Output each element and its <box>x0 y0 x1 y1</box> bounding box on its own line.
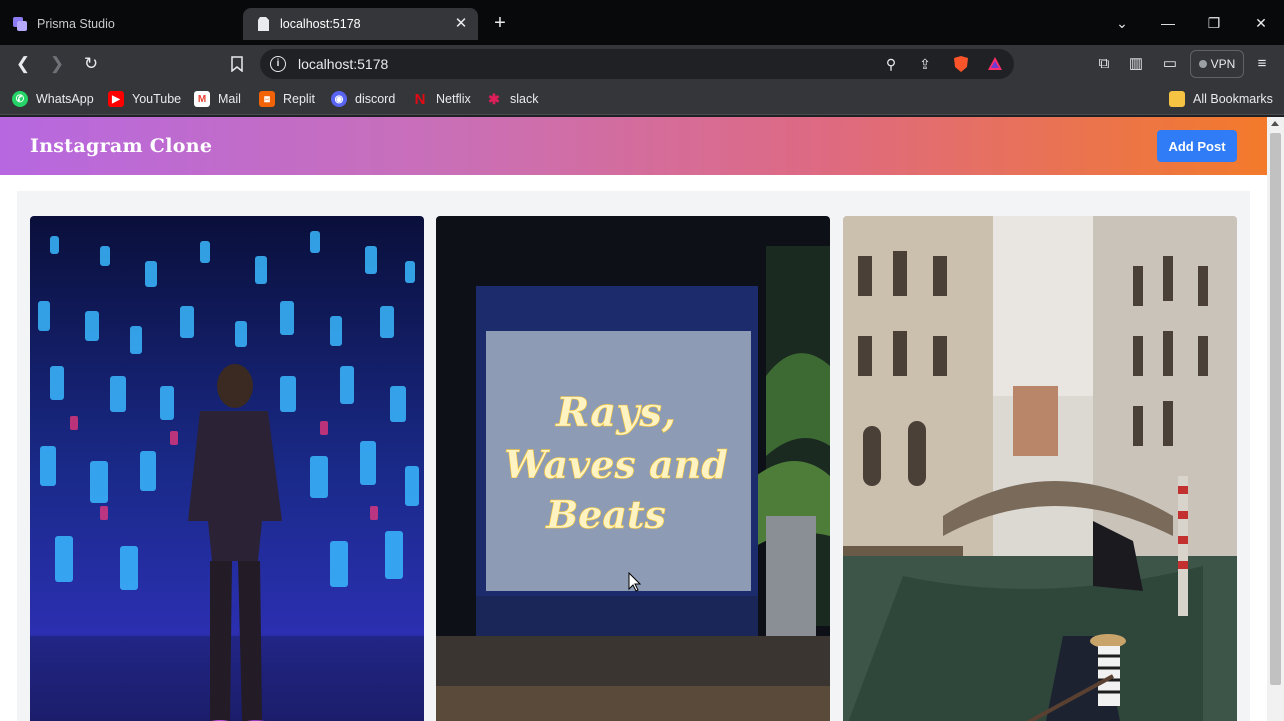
discord-icon: ◉ <box>331 91 347 107</box>
add-post-button[interactable]: Add Post <box>1157 130 1237 162</box>
folder-icon <box>1169 91 1185 107</box>
whatsapp-icon: ✆ <box>12 91 28 107</box>
close-tab-icon[interactable]: ✕ <box>452 15 470 33</box>
all-bookmarks[interactable]: All Bookmarks <box>1169 90 1273 108</box>
post-card[interactable] <box>30 216 424 721</box>
bookmark-discord[interactable]: ◉ discord <box>331 90 395 108</box>
bookmark-netflix[interactable]: N Netflix <box>412 90 471 108</box>
bookmark-label: slack <box>510 92 539 106</box>
back-button[interactable]: ❮ <box>12 53 34 75</box>
zoom-icon[interactable]: ⚲ <box>882 55 900 73</box>
post-feed: Rays, Waves and Beats <box>17 191 1250 721</box>
vpn-label: VPN <box>1210 57 1236 71</box>
mouse-cursor-icon <box>628 572 642 592</box>
vpn-button[interactable]: VPN <box>1190 50 1244 78</box>
site-info-icon[interactable]: i <box>270 56 286 72</box>
post-card[interactable] <box>843 216 1237 721</box>
bookmark-label: discord <box>355 92 396 106</box>
bookmark-label: WhatsApp <box>36 92 94 106</box>
netflix-icon: N <box>414 90 426 108</box>
new-tab-button[interactable]: + <box>488 12 512 36</box>
brave-rewards-icon[interactable] <box>986 55 1004 73</box>
scrollbar-thumb[interactable] <box>1270 133 1281 685</box>
bookmark-mail[interactable]: M Mail <box>194 90 241 108</box>
bookmarks-bar: ✆ WhatsApp ▶ YouTube M Mail ⧈ Replit ◉ d… <box>0 83 1284 115</box>
post-image[interactable] <box>30 216 424 721</box>
bookmark-slack[interactable]: ✱ slack <box>486 90 538 108</box>
tab-title: Prisma Studio <box>37 17 115 31</box>
bookmark-label: Replit <box>283 92 315 106</box>
bookmark-replit[interactable]: ⧈ Replit <box>259 90 315 108</box>
tab-strip: Prisma Studio localhost:5178 ✕ + ⌄ — ❐ ✕ <box>0 0 1284 45</box>
vpn-status-icon <box>1198 60 1207 68</box>
restore-button[interactable]: ❐ <box>1202 12 1226 34</box>
page-viewport: Instagram Clone Add Post Rays, Waves and… <box>0 117 1267 721</box>
bookmark-label: YouTube <box>132 92 182 106</box>
bookmark-whatsapp[interactable]: ✆ WhatsApp <box>12 90 94 108</box>
bookmark-label: Netflix <box>436 92 471 106</box>
page-favicon-icon <box>258 17 269 31</box>
slack-icon: ✱ <box>488 90 500 107</box>
app-title: Instagram Clone <box>30 135 213 157</box>
sign-line-1: Rays, <box>555 389 676 436</box>
sidebar-icon[interactable]: ▥ <box>1125 53 1147 75</box>
forward-button[interactable]: ❯ <box>46 53 68 75</box>
post-card[interactable]: Rays, Waves and Beats <box>436 216 830 721</box>
browser-toolbar: ❮ ❯ ↻ i localhost:5178 ⚲ ⇪ ⧉ ▥ ▭ VPN ≡ <box>0 45 1284 83</box>
post-image[interactable]: Rays, Waves and Beats <box>436 216 830 721</box>
wallet-icon[interactable]: ▭ <box>1159 53 1181 75</box>
close-window-button[interactable]: ✕ <box>1249 12 1273 34</box>
tab-localhost[interactable]: localhost:5178 ✕ <box>243 8 478 40</box>
extensions-icon[interactable]: ⧉ <box>1093 53 1115 75</box>
post-image[interactable] <box>843 216 1237 721</box>
tab-title: localhost:5178 <box>280 17 361 31</box>
bookmark-icon[interactable] <box>226 53 248 75</box>
minimize-button[interactable]: — <box>1156 12 1180 34</box>
prisma-icon <box>13 17 27 31</box>
tab-search-chevron-icon[interactable]: ⌄ <box>1110 12 1134 34</box>
bookmark-youtube[interactable]: ▶ YouTube <box>108 90 181 108</box>
scroll-up-arrow-icon[interactable] <box>1271 121 1279 126</box>
reload-button[interactable]: ↻ <box>80 53 102 75</box>
tab-prisma-studio[interactable]: Prisma Studio <box>0 8 240 40</box>
all-bookmarks-label: All Bookmarks <box>1193 92 1273 106</box>
sign-line-3: Beats <box>545 492 666 537</box>
gmail-icon: M <box>194 91 210 107</box>
app-header: Instagram Clone Add Post <box>0 117 1267 175</box>
replit-icon: ⧈ <box>259 91 275 107</box>
youtube-icon: ▶ <box>108 91 124 107</box>
share-icon[interactable]: ⇪ <box>916 55 934 73</box>
brave-shield-icon[interactable] <box>952 55 970 73</box>
bookmark-label: Mail <box>218 92 241 106</box>
sign-line-2: Waves and <box>504 442 728 487</box>
url-text[interactable]: localhost:5178 <box>298 56 388 72</box>
page-scrollbar[interactable] <box>1267 117 1284 721</box>
menu-icon[interactable]: ≡ <box>1251 53 1273 75</box>
address-bar[interactable]: i localhost:5178 ⚲ ⇪ <box>260 49 1014 79</box>
